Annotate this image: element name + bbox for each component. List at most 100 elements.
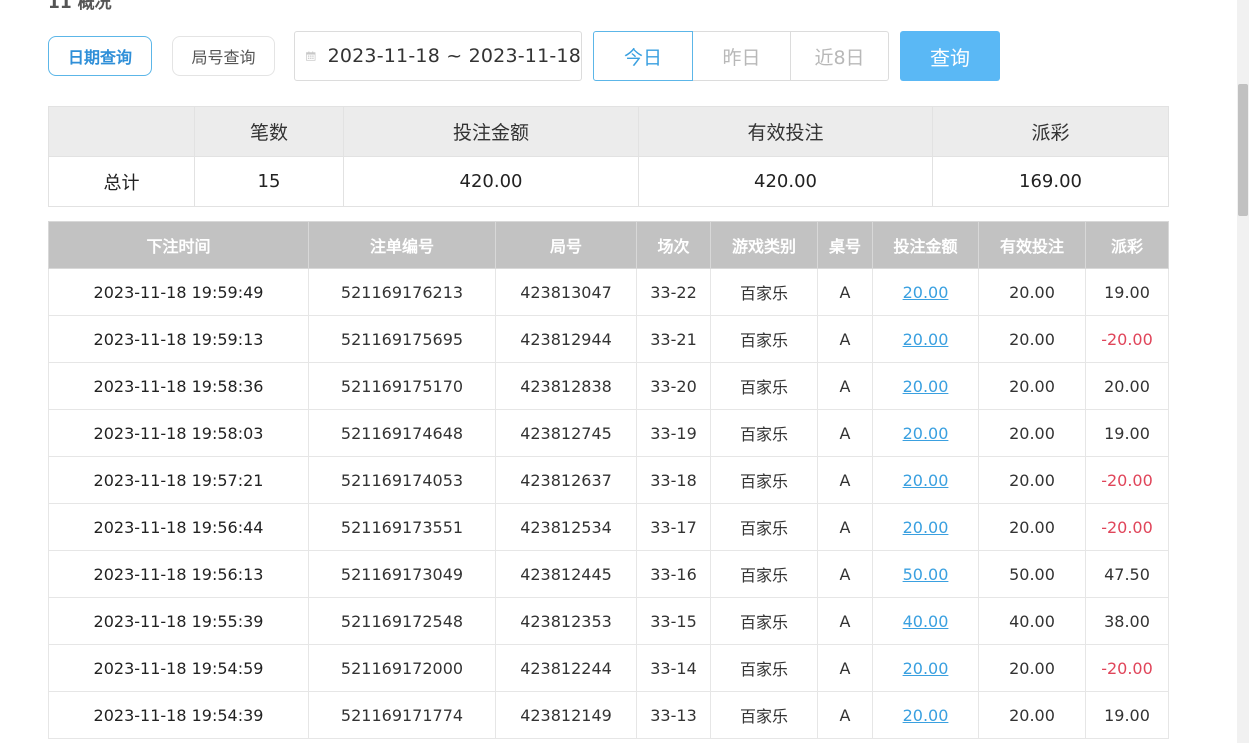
cell-bet-time: 2023-11-18 19:59:13 xyxy=(48,315,309,363)
cell-session: 33-20 xyxy=(636,362,711,410)
cell-game-type: 百家乐 xyxy=(710,691,818,739)
cell-game-type: 百家乐 xyxy=(710,550,818,598)
header-bet-time[interactable]: 下注时间 xyxy=(48,221,309,269)
cell-bet-time: 2023-11-18 19:57:21 xyxy=(48,456,309,504)
cell-bet-time: 2023-11-18 19:56:44 xyxy=(48,503,309,551)
bet-amount-link[interactable]: 20.00 xyxy=(872,644,979,692)
cell-session: 33-14 xyxy=(636,644,711,692)
date-range-value: 2023-11-18 ~ 2023-11-18 xyxy=(327,45,581,67)
summary-header-empty xyxy=(48,106,195,157)
cell-table-no: A xyxy=(817,362,873,410)
cell-payout: 19.00 xyxy=(1085,409,1169,457)
summary-header-bet: 投注金额 xyxy=(343,106,639,157)
yesterday-button[interactable]: 昨日 xyxy=(692,31,791,81)
cell-bet-time: 2023-11-18 19:55:39 xyxy=(48,597,309,645)
summary-total-valid: 420.00 xyxy=(638,156,933,207)
cell-valid-bet: 50.00 xyxy=(978,550,1086,598)
cell-session: 33-13 xyxy=(636,691,711,739)
header-order-no[interactable]: 注单编号 xyxy=(308,221,496,269)
cell-session: 33-18 xyxy=(636,456,711,504)
search-button[interactable]: 查询 xyxy=(900,31,1000,81)
cell-valid-bet: 20.00 xyxy=(978,268,1086,316)
header-payout[interactable]: 派彩 xyxy=(1085,221,1169,269)
header-valid-bet[interactable]: 有效投注 xyxy=(978,221,1086,269)
summary-total-payout: 169.00 xyxy=(932,156,1169,207)
today-button[interactable]: 今日 xyxy=(593,31,693,81)
cell-valid-bet: 20.00 xyxy=(978,691,1086,739)
table-row: 2023-11-18 19:55:39 521169172548 423812353… xyxy=(48,597,1169,645)
cell-payout: -20.00 xyxy=(1085,315,1169,363)
cell-order-no: 521169175170 xyxy=(308,362,496,410)
summary-header-valid: 有效投注 xyxy=(638,106,933,157)
round-query-button[interactable]: 局号查询 xyxy=(172,36,275,76)
cell-game-type: 百家乐 xyxy=(710,456,818,504)
cell-round-no: 423812149 xyxy=(495,691,637,739)
cell-bet-time: 2023-11-18 19:54:59 xyxy=(48,644,309,692)
date-query-button[interactable]: 日期查询 xyxy=(48,36,152,76)
bet-amount-link[interactable]: 20.00 xyxy=(872,409,979,457)
cell-order-no: 521169171774 xyxy=(308,691,496,739)
cell-bet-time: 2023-11-18 19:58:03 xyxy=(48,409,309,457)
cell-bet-time: 2023-11-18 19:56:13 xyxy=(48,550,309,598)
cell-table-no: A xyxy=(817,691,873,739)
bet-amount-link[interactable]: 20.00 xyxy=(872,456,979,504)
cell-session: 33-15 xyxy=(636,597,711,645)
cell-game-type: 百家乐 xyxy=(710,409,818,457)
cell-bet-time: 2023-11-18 19:59:49 xyxy=(48,268,309,316)
bet-amount-link[interactable]: 20.00 xyxy=(872,503,979,551)
bet-amount-link[interactable]: 50.00 xyxy=(872,550,979,598)
table-row: 2023-11-18 19:54:39 521169171774 423812149… xyxy=(48,691,1169,739)
summary-total-count: 15 xyxy=(194,156,344,207)
cell-valid-bet: 20.00 xyxy=(978,409,1086,457)
cell-order-no: 521169176213 xyxy=(308,268,496,316)
cell-valid-bet: 40.00 xyxy=(978,597,1086,645)
cell-order-no: 521169172548 xyxy=(308,597,496,645)
cell-order-no: 521169174648 xyxy=(308,409,496,457)
bet-amount-link[interactable]: 40.00 xyxy=(872,597,979,645)
cell-valid-bet: 20.00 xyxy=(978,362,1086,410)
cell-game-type: 百家乐 xyxy=(710,503,818,551)
cell-table-no: A xyxy=(817,597,873,645)
cell-session: 33-22 xyxy=(636,268,711,316)
header-game-type[interactable]: 游戏类别 xyxy=(710,221,818,269)
page-title: 11 概况 xyxy=(48,0,112,13)
cell-payout: 47.50 xyxy=(1085,550,1169,598)
cell-bet-time: 2023-11-18 19:54:39 xyxy=(48,691,309,739)
cell-session: 33-19 xyxy=(636,409,711,457)
scrollbar-thumb[interactable] xyxy=(1238,84,1248,216)
cell-game-type: 百家乐 xyxy=(710,644,818,692)
date-range-picker[interactable]: 2023-11-18 ~ 2023-11-18 xyxy=(294,31,582,81)
cell-table-no: A xyxy=(817,503,873,551)
cell-table-no: A xyxy=(817,315,873,363)
summary-total-row: 总计 15 420.00 420.00 169.00 xyxy=(48,156,1169,207)
table-row: 2023-11-18 19:58:03 521169174648 423812745… xyxy=(48,409,1169,457)
detail-table-body: 2023-11-18 19:59:49 521169176213 423813047… xyxy=(48,268,1169,739)
cell-order-no: 521169174053 xyxy=(308,456,496,504)
calendar-icon xyxy=(306,51,316,61)
cell-round-no: 423812745 xyxy=(495,409,637,457)
last-8-days-button[interactable]: 近8日 xyxy=(790,31,889,81)
cell-game-type: 百家乐 xyxy=(710,597,818,645)
cell-payout: -20.00 xyxy=(1085,503,1169,551)
cell-valid-bet: 20.00 xyxy=(978,315,1086,363)
header-session[interactable]: 场次 xyxy=(636,221,711,269)
summary-header-count: 笔数 xyxy=(194,106,344,157)
cell-round-no: 423812244 xyxy=(495,644,637,692)
bet-amount-link[interactable]: 20.00 xyxy=(872,691,979,739)
cell-bet-time: 2023-11-18 19:58:36 xyxy=(48,362,309,410)
header-table-no[interactable]: 桌号 xyxy=(817,221,873,269)
table-row: 2023-11-18 19:56:13 521169173049 423812445… xyxy=(48,550,1169,598)
cell-payout: 19.00 xyxy=(1085,691,1169,739)
table-row: 2023-11-18 19:59:49 521169176213 423813047… xyxy=(48,268,1169,316)
bet-amount-link[interactable]: 20.00 xyxy=(872,315,979,363)
bet-amount-link[interactable]: 20.00 xyxy=(872,268,979,316)
quick-date-group: 今日 昨日 近8日 xyxy=(593,31,889,81)
bet-amount-link[interactable]: 20.00 xyxy=(872,362,979,410)
header-bet-amount[interactable]: 投注金额 xyxy=(872,221,979,269)
header-round-no[interactable]: 局号 xyxy=(495,221,637,269)
bet-records-page: 11 概况 日期查询 局号查询 2023-11-18 ~ 2023-11-18 … xyxy=(0,0,1249,743)
cell-session: 33-16 xyxy=(636,550,711,598)
cell-round-no: 423812445 xyxy=(495,550,637,598)
cell-order-no: 521169173049 xyxy=(308,550,496,598)
cell-payout: -20.00 xyxy=(1085,456,1169,504)
